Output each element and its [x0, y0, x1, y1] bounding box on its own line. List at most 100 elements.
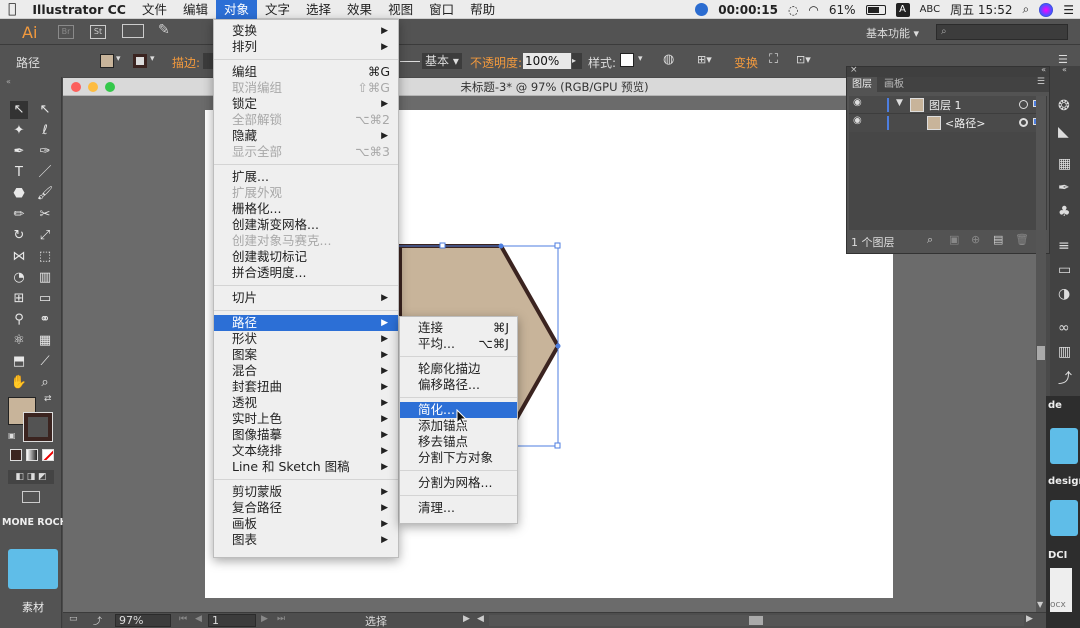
fill-swatch[interactable] [100, 54, 114, 68]
hand-tool-icon[interactable]: ✋ [10, 374, 28, 392]
sync-icon[interactable]: ◌ [788, 3, 798, 17]
first-artboard-icon[interactable]: ⏮ [179, 614, 187, 624]
pencil-tool-icon[interactable]: ✏ [10, 206, 28, 224]
battery-percent[interactable]: 61% [829, 3, 856, 17]
eyedropper-tool-icon[interactable]: ⚲ [10, 311, 28, 329]
free-transform-tool-icon[interactable]: ⬚ [36, 248, 54, 266]
minimize-window-button[interactable] [88, 82, 98, 92]
locate-object-icon[interactable]: ⌕ [927, 233, 933, 247]
folder-icon[interactable] [8, 549, 58, 589]
folder-icon-right-1[interactable] [1050, 428, 1078, 464]
graphic-styles-panel-icon[interactable]: ◣ [1058, 124, 1069, 140]
line-tool-icon[interactable]: ／ [36, 164, 54, 182]
swatches-panel-icon[interactable]: ▦ [1058, 156, 1071, 172]
object-menu-item[interactable]: 画板 ▶ [214, 516, 398, 532]
object-menu-item[interactable]: Line 和 Sketch 图稿 ▶ [214, 459, 398, 475]
horizontal-scroll-thumb[interactable] [749, 616, 763, 625]
target-circle-icon[interactable] [1019, 100, 1028, 109]
gradient-mode-icon[interactable] [26, 449, 38, 461]
fill-dropdown[interactable]: ▾ [116, 54, 121, 64]
gpu-icon[interactable]: ▭ [69, 614, 78, 624]
brushes-panel-icon[interactable]: ✒ [1058, 180, 1070, 196]
stroke-color-box[interactable] [23, 412, 53, 442]
path-menu-item[interactable]: 移去锚点 [400, 434, 517, 450]
stock-button[interactable]: St [90, 25, 106, 39]
path-menu-item[interactable]: 分割为网格... [400, 475, 517, 491]
symbols-panel-icon[interactable]: ♣ [1058, 204, 1071, 220]
paintbrush-tool-icon[interactable]: 🖌 [36, 185, 54, 203]
menu-file[interactable]: 文件 [134, 0, 175, 19]
layer-row[interactable]: ◉ ▼ 图层 1 [849, 96, 1045, 114]
object-menu-item[interactable]: 图表 ▶ [214, 532, 398, 548]
status-arrow-icon[interactable]: ▶ [463, 614, 470, 624]
input-source-icon[interactable]: A [895, 2, 910, 17]
scroll-down-arrow-icon[interactable]: ▼ [1037, 600, 1043, 609]
stroke-swatch[interactable] [133, 54, 147, 68]
graphic-style-dropdown[interactable]: ▾ [638, 54, 643, 64]
pen-tool-icon[interactable]: ✒ [10, 143, 28, 161]
color-mode-icon[interactable] [10, 449, 22, 461]
zoom-tool-icon[interactable]: ⌕ [36, 374, 54, 392]
object-menu-item[interactable]: 栅格化... [214, 201, 398, 217]
stroke-weight-stepper[interactable] [203, 53, 213, 69]
record-icon[interactable] [695, 3, 709, 16]
object-menu-item[interactable]: 创建渐变网格... [214, 217, 398, 233]
mesh-tool-icon[interactable]: ⊞ [10, 290, 28, 308]
layers-menu-icon[interactable]: ☰ [1037, 77, 1045, 87]
artboard-tool-icon[interactable]: ⬒ [10, 353, 28, 371]
object-menu-item[interactable]: 文本绕排 ▶ [214, 443, 398, 459]
object-menu-item[interactable]: 剪切蒙版 ▶ [214, 484, 398, 500]
object-menu-item[interactable]: 变换 ▶ [214, 23, 398, 39]
zoom-window-button[interactable] [105, 82, 115, 92]
expand-triangle-icon[interactable]: ▼ [896, 98, 903, 108]
notification-center-icon[interactable]: ☰ [1063, 3, 1074, 17]
object-menu-item[interactable]: 路径 ▶ [214, 315, 398, 331]
zoom-select[interactable]: 97% [115, 614, 171, 627]
scale-tool-icon[interactable]: ⤢ [36, 227, 54, 245]
sublayer-name[interactable]: <路径> [945, 115, 985, 131]
isolate-icon[interactable]: ⛶ [769, 52, 778, 67]
screen-mode-icon[interactable] [22, 491, 40, 503]
transform-button[interactable]: 变换 [734, 54, 758, 71]
arrange-documents-icon[interactable] [122, 24, 144, 38]
object-menu-item[interactable]: 图像描摹 ▶ [214, 427, 398, 443]
horizontal-scrollbar[interactable] [489, 615, 1024, 626]
last-artboard-icon[interactable]: ⏭ [277, 614, 285, 624]
artboard-number-select[interactable]: 1 [208, 614, 256, 627]
brush-icon[interactable]: ✎ [158, 22, 170, 38]
opacity-dropdown[interactable]: ▸ [572, 53, 582, 69]
app-name[interactable]: Illustrator CC [24, 0, 134, 19]
path-menu-item[interactable]: 连接 ⌘J [400, 320, 517, 336]
menu-edit[interactable]: 编辑 [175, 0, 216, 19]
object-menu-item[interactable]: 透视 ▶ [214, 395, 398, 411]
menu-help[interactable]: 帮助 [462, 0, 503, 19]
object-menu-item[interactable]: 创建裁切标记 [214, 249, 398, 265]
target-circle-icon[interactable] [1019, 118, 1028, 127]
type-tool-icon[interactable]: T [10, 164, 28, 182]
create-layer-icon[interactable]: ▤ [993, 233, 1003, 246]
path-menu-item[interactable]: 偏移路径... [400, 377, 517, 393]
opacity-label[interactable]: 不透明度: [470, 54, 522, 71]
path-menu-item[interactable]: 清理... [400, 500, 517, 516]
object-menu-item[interactable]: 混合 ▶ [214, 363, 398, 379]
brush-line-preview[interactable] [400, 61, 420, 62]
transparency-panel-icon[interactable]: ◑ [1058, 286, 1070, 302]
tab-artboards[interactable]: 画板 [879, 77, 909, 92]
menu-select[interactable]: 选择 [298, 0, 339, 19]
object-menu-item[interactable]: 锁定 ▶ [214, 96, 398, 112]
shape-builder-tool-icon[interactable]: ◔ [10, 269, 28, 287]
arrange-icon[interactable]: ⊡▾ [796, 53, 811, 66]
shape-tool-icon[interactable]: ⬣ [10, 185, 28, 203]
object-menu-item[interactable]: 扩展... [214, 169, 398, 185]
object-menu-item[interactable]: 实时上色 ▶ [214, 411, 398, 427]
symbol-sprayer-tool-icon[interactable]: ⚛ [10, 332, 28, 350]
menu-object[interactable]: 对象 [216, 0, 258, 19]
properties-panel-icon[interactable]: ▥ [1058, 344, 1071, 360]
curvature-tool-icon[interactable]: ✑ [36, 143, 54, 161]
input-source-label[interactable]: ABC [920, 4, 941, 15]
object-menu-item[interactable]: 切片 ▶ [214, 290, 398, 306]
path-menu-item[interactable]: 轮廓化描边 [400, 361, 517, 377]
folder-label[interactable]: 素材 [22, 599, 44, 615]
object-menu-item[interactable]: 编组 ⌘G [214, 64, 398, 80]
stroke-panel-icon[interactable]: ≡ [1058, 238, 1070, 254]
